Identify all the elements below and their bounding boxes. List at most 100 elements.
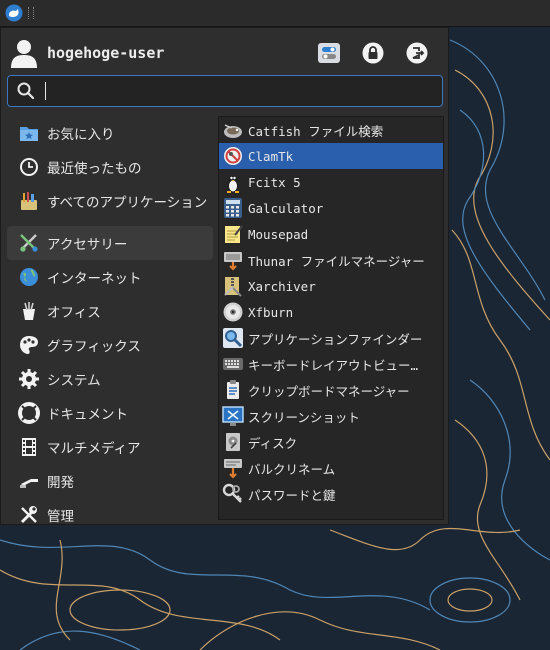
admin-tools-icon <box>17 503 41 527</box>
keys-icon <box>221 482 245 506</box>
user-avatar-icon <box>11 40 37 68</box>
category-item[interactable]: お気に入り <box>7 116 213 150</box>
application-label: Thunar ファイルマネージャー <box>248 253 425 269</box>
settings-button[interactable] <box>314 40 344 66</box>
application-label: スクリーンショット <box>248 409 360 425</box>
category-label: お気に入り <box>47 127 115 143</box>
clock-icon <box>17 155 41 179</box>
application-item[interactable]: ディスク <box>219 429 443 455</box>
category-item[interactable]: 管理 <box>7 498 213 532</box>
category-item[interactable]: ドキュメント <box>7 396 213 430</box>
text-cursor <box>45 82 46 100</box>
application-item[interactable]: Mousepad <box>219 221 443 247</box>
globe-icon <box>17 265 41 289</box>
calculator-icon <box>221 196 245 220</box>
application-label: Xarchiver <box>248 278 316 294</box>
disc-icon <box>221 300 245 324</box>
user-header: hogehoge-user <box>9 36 440 70</box>
keyboard-icon <box>221 352 245 376</box>
favorites-folder-icon <box>17 121 41 145</box>
search-icon <box>17 82 35 100</box>
user-name: hogehoge-user <box>47 44 165 62</box>
application-item[interactable]: アプリケーションファインダー <box>219 325 443 351</box>
catfish-icon <box>221 118 245 142</box>
category-label: アクセサリー <box>47 237 128 253</box>
category-item[interactable]: アクセサリー <box>7 226 213 260</box>
application-label: ディスク <box>248 435 298 451</box>
application-label: Galculator <box>248 200 324 216</box>
logout-button[interactable] <box>402 40 432 66</box>
clamtk-icon <box>221 144 245 168</box>
application-label: パスワードと鍵 <box>248 487 336 503</box>
penguin-icon <box>221 170 245 194</box>
application-item[interactable]: パスワードと鍵 <box>219 481 443 507</box>
accessories-icon <box>17 231 41 255</box>
xfce-mouse-icon <box>5 4 23 22</box>
category-item[interactable]: マルチメディア <box>7 430 213 464</box>
application-label: クリップボードマネージャー <box>248 383 410 399</box>
category-separator <box>7 218 213 226</box>
category-label: 最近使ったもの <box>47 161 142 177</box>
notepad-icon <box>221 222 245 246</box>
category-item[interactable]: 最近使ったもの <box>7 150 213 184</box>
application-label: Catfish ファイル検索 <box>248 123 384 139</box>
clipboard-icon <box>221 378 245 402</box>
application-item[interactable]: Fcitx 5 <box>219 169 443 195</box>
lock-icon <box>362 42 384 64</box>
category-label: ドキュメント <box>47 407 128 423</box>
application-item[interactable]: キーボードレイアウトビュー… <box>219 351 443 377</box>
application-label: Xfburn <box>248 304 294 320</box>
film-strip-icon <box>17 435 41 459</box>
category-label: マルチメディア <box>47 441 141 457</box>
category-item[interactable]: すべてのアプリケーション <box>7 184 213 218</box>
category-item[interactable]: グラフィックス <box>7 328 213 362</box>
settings-manager-icon <box>318 43 340 63</box>
lock-screen-button[interactable] <box>358 40 388 66</box>
application-menu: hogehoge-user お気に入り 最近使ったもの すべてのアプリケーション… <box>0 27 449 525</box>
development-icon <box>17 469 41 493</box>
panel-drag-handle[interactable] <box>28 7 34 19</box>
category-item[interactable]: 開発 <box>7 464 213 498</box>
help-lifebuoy-icon <box>17 401 41 425</box>
category-item[interactable]: システム <box>7 362 213 396</box>
category-label: システム <box>47 373 101 389</box>
application-item[interactable]: Catfish ファイル検索 <box>219 117 443 143</box>
category-item[interactable]: オフィス <box>7 294 213 328</box>
application-item[interactable]: スクリーンショット <box>219 403 443 429</box>
magnifier-icon <box>221 326 245 350</box>
gear-icon <box>17 367 41 391</box>
category-item[interactable]: インターネット <box>7 260 213 294</box>
file-manager-icon <box>221 248 245 272</box>
session-actions <box>314 40 432 66</box>
category-label: 開発 <box>47 475 74 491</box>
disk-drive-icon <box>221 430 245 454</box>
application-label: バルクリネーム <box>248 461 336 477</box>
application-label: Mousepad <box>248 226 309 242</box>
top-panel <box>0 0 550 27</box>
application-list: Catfish ファイル検索 ClamTk Fcitx 5 Galculator Mou… <box>218 116 444 520</box>
bulk-rename-icon <box>221 456 245 480</box>
graphics-palette-icon <box>17 333 41 357</box>
category-label: グラフィックス <box>47 339 141 355</box>
category-label: インターネット <box>47 271 142 287</box>
archive-icon <box>221 274 245 298</box>
office-icon <box>17 299 41 323</box>
application-item[interactable]: クリップボードマネージャー <box>219 377 443 403</box>
application-item[interactable]: バルクリネーム <box>219 455 443 481</box>
category-label: すべてのアプリケーション <box>47 195 208 211</box>
category-list: お気に入り最近使ったものすべてのアプリケーション アクセサリー インターネットオフィ… <box>7 116 213 532</box>
search-box[interactable] <box>7 75 443 107</box>
application-item[interactable]: Thunar ファイルマネージャー <box>219 247 443 273</box>
application-label: キーボードレイアウトビュー… <box>248 357 419 373</box>
application-item[interactable]: Xfburn <box>219 299 443 325</box>
application-label: ClamTk <box>248 148 294 164</box>
application-item[interactable]: ClamTk <box>219 143 443 169</box>
logout-icon <box>406 42 428 64</box>
whisker-menu-button[interactable] <box>4 3 24 23</box>
application-item[interactable]: Galculator <box>219 195 443 221</box>
application-label: アプリケーションファインダー <box>248 331 423 347</box>
category-label: 管理 <box>47 509 74 525</box>
application-item[interactable]: Xarchiver <box>219 273 443 299</box>
application-label: Fcitx 5 <box>248 174 301 190</box>
screenshot-icon <box>221 404 245 428</box>
